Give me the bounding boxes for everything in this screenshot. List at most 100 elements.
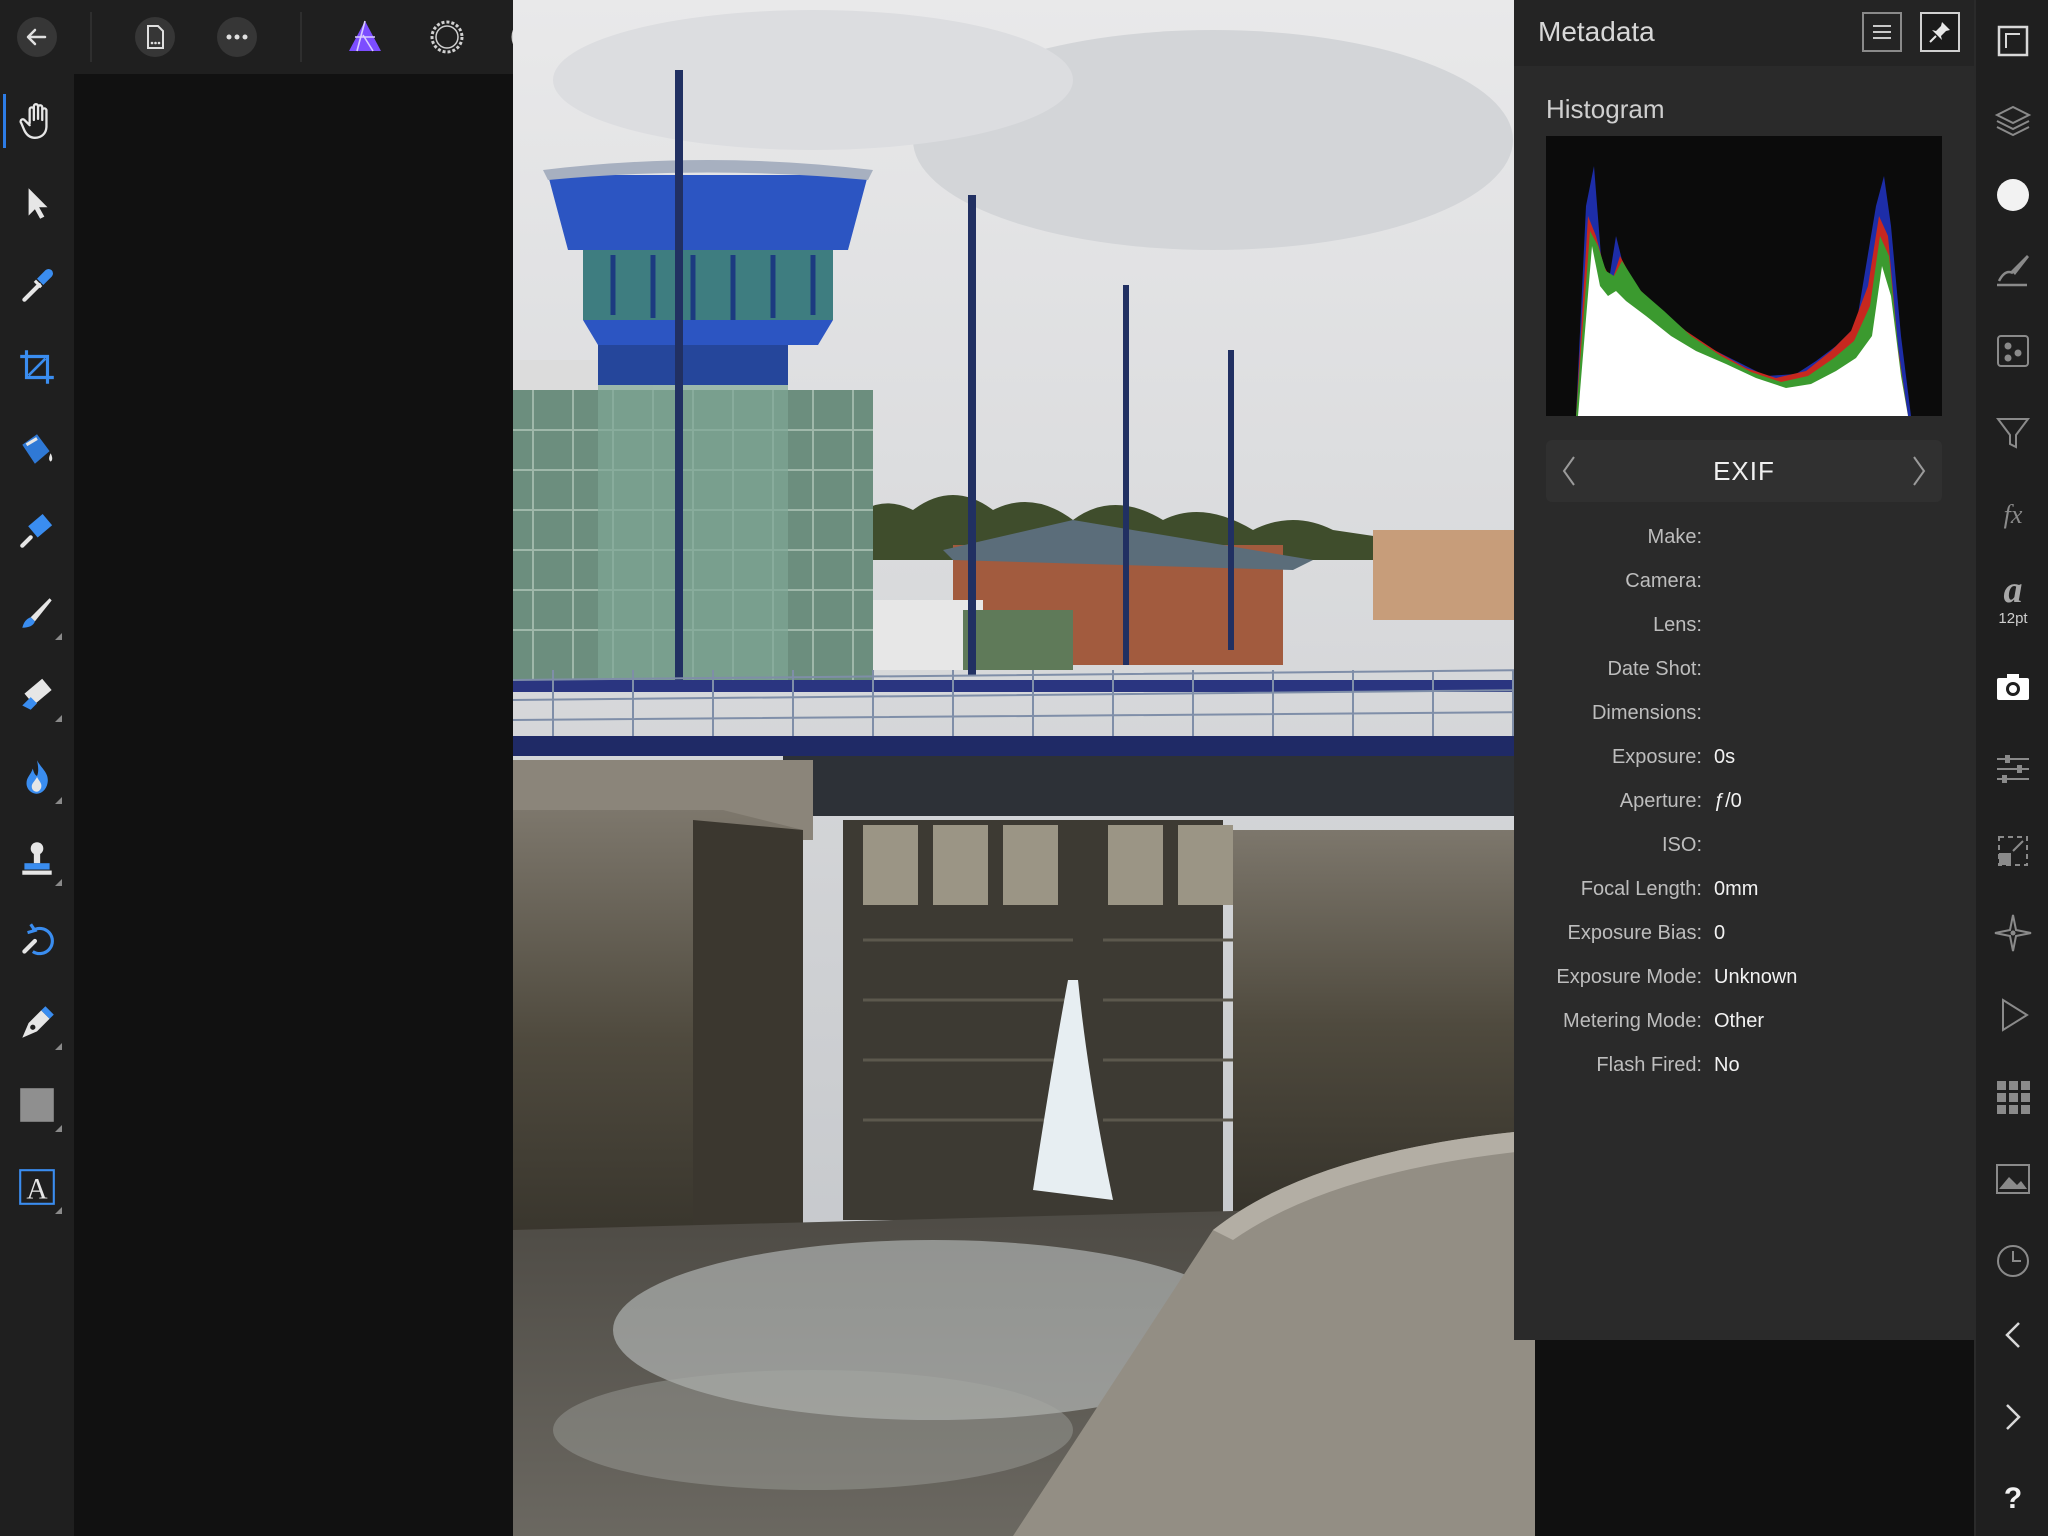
exif-row-exposure-bias: Exposure Bias: 0 [1514,912,1974,956]
more-options-button[interactable] [202,0,272,74]
chevron-right-icon [2006,1404,2021,1430]
tool-variants-indicator [55,879,62,886]
brush-stroke-icon [1997,255,2029,287]
text-styles-studio-button[interactable]: a 12pt [1976,556,2048,638]
undo-brush-tool[interactable] [0,900,74,982]
arrow-pointer-icon [28,188,48,219]
undo-brush-icon [22,923,54,956]
field-label: Camera: [1625,570,1702,592]
tool-variants-indicator [55,1125,62,1132]
document-photo[interactable] [513,0,1535,1536]
histogram-label: Histogram [1546,94,1665,124]
flood-fill-tool[interactable] [0,408,74,490]
back-button[interactable] [2,0,72,74]
exif-row-date-shot: Date Shot: [1514,648,1974,692]
text-frame-icon: A [19,1169,55,1206]
metadata-category-selector: EXIF [1546,440,1942,502]
help-button[interactable]: ? [1976,1458,2048,1536]
hand-tool[interactable] [0,80,74,162]
pen-tool[interactable] [0,982,74,1064]
selection-brush-tool[interactable] [0,490,74,572]
field-value: No [1714,1054,1740,1076]
metadata-studio-button[interactable] [1976,646,2048,728]
chevron-left-icon [2005,1322,2020,1348]
funnel-icon [1996,418,2030,449]
filters-studio-button[interactable] [1976,392,2048,474]
move-tool[interactable] [0,162,74,244]
text-size-label: 12pt [1998,609,2028,627]
adjustments-icon [1997,335,2029,367]
histogram-chart [1546,136,1942,416]
pin-panel-button[interactable] [1920,12,1960,52]
exif-row-metering-mode: Metering Mode: Other [1514,1000,1974,1044]
clone-tool[interactable] [0,818,74,900]
field-value: 0 [1714,922,1726,944]
document-menu-icon [135,17,175,57]
selection-brush-icon [20,514,53,548]
exif-row-focal-length: Focal Length: 0mm [1514,868,1974,912]
toggle-panels-button[interactable] [1976,0,2048,82]
clock-icon [1997,1245,2029,1277]
macro-studio-button[interactable] [1976,974,2048,1056]
more-options-icon [217,17,257,57]
color-picker-tool[interactable] [0,244,74,326]
layers-icon [1994,105,2032,137]
svg-text:A: A [26,1174,47,1206]
chevron-left-icon [1562,456,1575,486]
field-label: Date Shot: [1607,658,1702,680]
pen-nib-icon [22,1006,54,1038]
redo-button[interactable] [1976,1376,2048,1458]
svg-text:a: a [2004,569,2023,608]
field-value: Unknown [1714,966,1798,988]
history-studio-button[interactable] [1976,1220,2048,1302]
pin-icon [1929,22,1950,43]
field-value: ƒ/0 [1714,790,1742,812]
toolbar-divider [300,12,302,62]
navigator-studio-button[interactable] [1976,892,2048,974]
transform-studio-button[interactable] [1976,810,2048,892]
brushes-studio-button[interactable] [1976,228,2048,310]
adjustments-studio-button[interactable] [1976,310,2048,392]
tool-variants-indicator [55,633,62,640]
photo-persona-button[interactable] [330,0,400,74]
rectangle-tool[interactable] [0,1064,74,1146]
paint-brush-tool[interactable] [0,572,74,654]
library-studio-button[interactable] [1976,1056,2048,1138]
channels-studio-button[interactable] [1976,728,2048,810]
next-category-button[interactable] [1896,440,1942,502]
stamp-icon [22,842,52,875]
colour-studio-button[interactable] [1976,154,2048,236]
previous-category-button[interactable] [1546,440,1592,502]
stock-studio-button[interactable] [1976,1138,2048,1220]
exif-row-make: Make: [1514,516,1974,560]
paint-bucket-icon [22,434,53,464]
panel-menu-button[interactable] [1862,12,1902,52]
field-value: 0mm [1714,878,1759,900]
image-icon [1996,1164,2030,1194]
field-label: Lens: [1653,614,1702,636]
effects-studio-button[interactable]: fx [1976,474,2048,556]
tool-variants-indicator [55,1207,62,1214]
exif-row-dimensions: Dimensions: [1514,692,1974,736]
eraser-icon [22,678,52,710]
grid-icon [1997,1081,2030,1114]
harbour-lock-photo [513,0,1535,1536]
artistic-text-tool[interactable]: A [0,1146,74,1228]
field-label: ISO: [1661,834,1702,856]
crop-icon [20,350,54,384]
undo-button[interactable] [1976,1294,2048,1376]
paintbrush-icon [22,598,52,628]
burn-tool[interactable] [0,736,74,818]
exif-row-lens: Lens: [1514,604,1974,648]
eraser-tool[interactable] [0,654,74,736]
layers-studio-button[interactable] [1976,80,2048,162]
tool-variants-indicator [55,715,62,722]
exif-row-iso: ISO: [1514,824,1974,868]
chevron-right-icon [1913,456,1926,486]
rectangle-shape-icon [20,1088,54,1122]
liquify-persona-button[interactable] [412,0,482,74]
panel-title: Metadata [1538,16,1655,47]
document-menu-button[interactable] [120,0,190,74]
color-swatch-icon [1997,179,2029,211]
crop-tool[interactable] [0,326,74,408]
